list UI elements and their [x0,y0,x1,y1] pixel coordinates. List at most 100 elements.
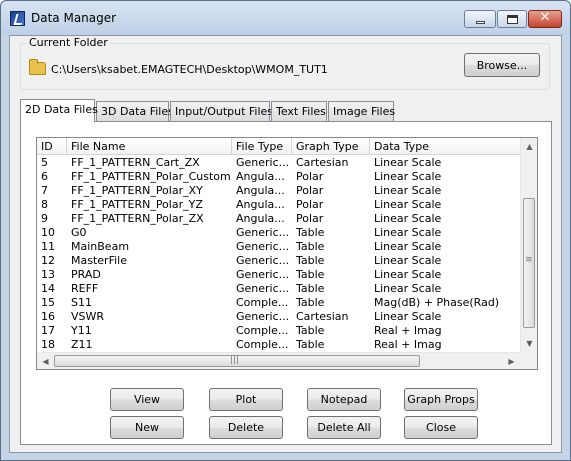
table-cell: Real + Imag [374,324,442,337]
vertical-scroll-thumb[interactable]: ≡ [523,198,535,328]
table-row[interactable]: 6 FF_1_PATTERN_Polar_Custom Angula... Polar… [37,170,520,184]
tab-text-files[interactable]: Text Files [271,101,327,121]
vertical-grip-icon: ≡ [525,255,533,265]
maximize-icon [507,15,518,24]
column-header-graph-type[interactable]: Graph Type [292,138,370,155]
table-row[interactable]: 17 Y11 Comple... Table Real + Imag [37,324,520,338]
table-cell: 6 [41,170,48,183]
data-manager-window: Data Manager ✕ Current Folder C:\Users\k… [0,0,571,461]
browse-button[interactable]: Browse... [464,53,540,77]
list-body: 5 FF_1_PATTERN_Cart_ZX Generic... Cartesian… [37,156,520,352]
table-row[interactable]: 18 Z11 Comple... Table Real + Imag [37,338,520,352]
table-cell: Linear Scale [374,212,442,225]
data-files-list[interactable]: ID File Name File Type Graph Type Data T… [36,137,538,370]
current-folder-path: C:\Users\ksabet.EMAGTECH\Desktop\WMOM_TU… [51,63,328,76]
table-cell: Polar [296,184,324,197]
table-cell: Linear Scale [374,282,442,295]
table-cell: REFF [71,282,99,295]
tab-2d-data-files[interactable]: 2D Data Files [20,99,98,122]
close-button[interactable]: Close [404,416,478,439]
horizontal-scrollbar[interactable]: ◀ ||| ▶ [37,352,520,369]
table-row[interactable]: 5 FF_1_PATTERN_Cart_ZX Generic... Cartesian… [37,156,520,170]
table-cell: Table [296,296,325,309]
tab-3d-data-files[interactable]: 3D Data Files [96,101,174,121]
table-row[interactable]: 15 S11 Comple... Table Mag(dB) + Phase(Rad) [37,296,520,310]
table-cell: Comple... [236,338,289,351]
table-cell: FF_1_PATTERN_Cart_ZX [71,156,200,169]
table-cell: 17 [41,324,55,337]
table-cell: Table [296,226,325,239]
table-row[interactable]: 12 MasterFile Generic... Table Linear Scale [37,254,520,268]
delete-button[interactable]: Delete [209,416,283,439]
new-button[interactable]: New [110,416,184,439]
table-cell: 10 [41,226,55,239]
maximize-button[interactable] [497,10,527,28]
table-row[interactable]: 14 REFF Generic... Table Linear Scale [37,282,520,296]
scroll-corner [520,352,537,369]
minimize-button[interactable] [464,10,496,28]
table-row[interactable]: 13 PRAD Generic... Table Linear Scale [37,268,520,282]
table-cell: FF_1_PATTERN_Polar_Custom [71,170,231,183]
table-cell: Generic... [236,254,290,267]
table-cell: 5 [41,156,48,169]
table-row[interactable]: 9 FF_1_PATTERN_Polar_ZX Angula... Polar Line… [37,212,520,226]
view-button[interactable]: View [110,388,184,411]
delete-all-button[interactable]: Delete All [307,416,381,439]
table-row[interactable]: 11 MainBeam Generic... Table Linear Scale [37,240,520,254]
table-cell: Table [296,282,325,295]
column-header-id[interactable]: ID [37,138,67,155]
table-cell: Linear Scale [374,198,442,211]
scroll-up-icon[interactable]: ▲ [521,138,537,155]
column-header-data-type[interactable]: Data Type [370,138,522,155]
column-header-file-name[interactable]: File Name [67,138,232,155]
title-bar[interactable]: Data Manager ✕ [1,1,570,35]
table-cell: Y11 [71,324,92,337]
table-cell: MasterFile [71,254,127,267]
table-cell: Linear Scale [374,156,442,169]
graph-props-button[interactable]: Graph Props [404,388,478,411]
table-cell: 9 [41,212,48,225]
table-cell: MainBeam [71,240,130,253]
table-cell: Mag(dB) + Phase(Rad) [374,296,500,309]
table-cell: 16 [41,310,55,323]
close-icon: ✕ [539,10,551,25]
scroll-left-icon[interactable]: ◀ [37,353,54,369]
table-cell: VSWR [71,310,105,323]
plot-button[interactable]: Plot [209,388,283,411]
table-cell: Generic... [236,240,290,253]
table-cell: Comple... [236,324,289,337]
horizontal-scroll-thumb[interactable]: ||| [54,355,420,367]
table-cell: Linear Scale [374,254,442,267]
table-cell: FF_1_PATTERN_Polar_XY [71,184,203,197]
folder-icon [29,59,46,75]
table-cell: Table [296,338,325,351]
column-header-file-type[interactable]: File Type [232,138,292,155]
table-cell: Real + Imag [374,338,442,351]
vertical-scrollbar[interactable]: ▲ ≡ ▼ [520,138,537,352]
tab-image-files[interactable]: Image Files [328,101,395,121]
table-cell: Table [296,254,325,267]
list-header: ID File Name File Type Graph Type Data T… [37,138,522,155]
table-cell: 13 [41,268,55,281]
window-title: Data Manager [31,11,117,25]
scroll-right-icon[interactable]: ▶ [503,353,520,369]
table-cell: 11 [41,240,55,253]
table-cell: Z11 [71,338,93,351]
table-cell: Angula... [236,212,285,225]
notepad-button[interactable]: Notepad [307,388,381,411]
table-row[interactable]: 16 VSWR Generic... Cartesian Linear Scale [37,310,520,324]
table-cell: Cartesian [296,310,349,323]
table-cell: Table [296,324,325,337]
table-row[interactable]: 7 FF_1_PATTERN_Polar_XY Angula... Polar Line… [37,184,520,198]
scroll-down-icon[interactable]: ▼ [521,335,537,352]
table-cell: Generic... [236,156,290,169]
table-row[interactable]: 10 G0 Generic... Table Linear Scale [37,226,520,240]
table-row[interactable]: 8 FF_1_PATTERN_Polar_YZ Angula... Polar Line… [37,198,520,212]
current-folder-group: Current Folder C:\Users\ksabet.EMAGTECH\… [20,36,550,90]
table-cell: Polar [296,212,324,225]
table-cell: FF_1_PATTERN_Polar_ZX [71,212,204,225]
tab-input-output-files[interactable]: Input/Output Files [170,101,273,121]
close-window-button[interactable]: ✕ [528,10,562,28]
tab-panel-2d-data-files: ID File Name File Type Graph Type Data T… [20,121,552,445]
table-cell: Table [296,268,325,281]
